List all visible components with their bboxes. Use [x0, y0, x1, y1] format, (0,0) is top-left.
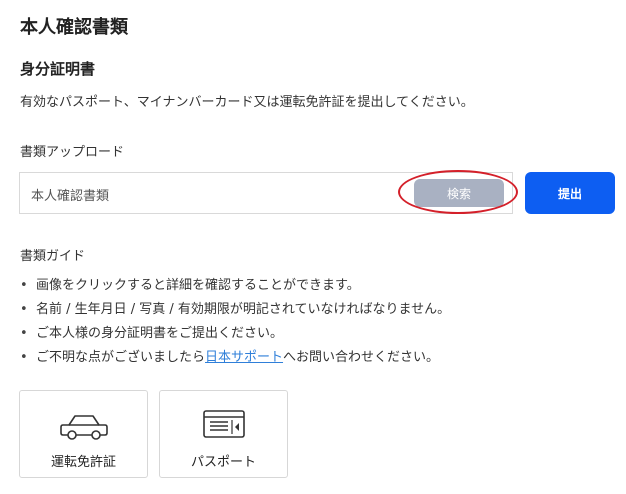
list-item: • 名前 / 生年月日 / 写真 / 有効期限が明記されていなければなりません。	[20, 300, 450, 324]
section-title: 身分証明書	[20, 60, 96, 78]
bullet-icon: •	[20, 350, 28, 365]
support-link[interactable]: 日本サポート	[205, 350, 283, 365]
upload-label: 書類アップロード	[20, 145, 125, 160]
submit-button[interactable]: 提出	[525, 172, 615, 214]
guide-list: • 画像をクリックすると詳細を確認することができます。 • 名前 / 生年月日 / …	[20, 276, 450, 372]
card-label: 運転免許証	[50, 455, 116, 470]
list-item: • 画像をクリックすると詳細を確認することができます。	[20, 276, 450, 300]
passport-card[interactable]: パスポート	[159, 390, 288, 478]
section-description: 有効なパスポート、マイナンバーカード又は運転免許証を提出してください。	[20, 95, 474, 110]
id-card-icon	[202, 408, 246, 444]
list-item: • ご本人様の身分証明書をご提出ください。	[20, 324, 450, 348]
car-icon	[59, 408, 109, 446]
highlight-annotation	[398, 170, 518, 214]
card-label: パスポート	[190, 455, 256, 470]
guide-title: 書類ガイド	[20, 249, 86, 264]
drivers-license-card[interactable]: 運転免許証	[19, 390, 148, 478]
list-item: • ご不明な点がございましたら日本サポートへお問い合わせください。	[20, 348, 450, 372]
bullet-icon: •	[20, 302, 28, 317]
upload-placeholder: 本人確認書類	[31, 189, 110, 204]
bullet-icon: •	[20, 326, 28, 341]
page-title: 本人確認書類	[20, 17, 128, 38]
bullet-icon: •	[20, 278, 28, 293]
